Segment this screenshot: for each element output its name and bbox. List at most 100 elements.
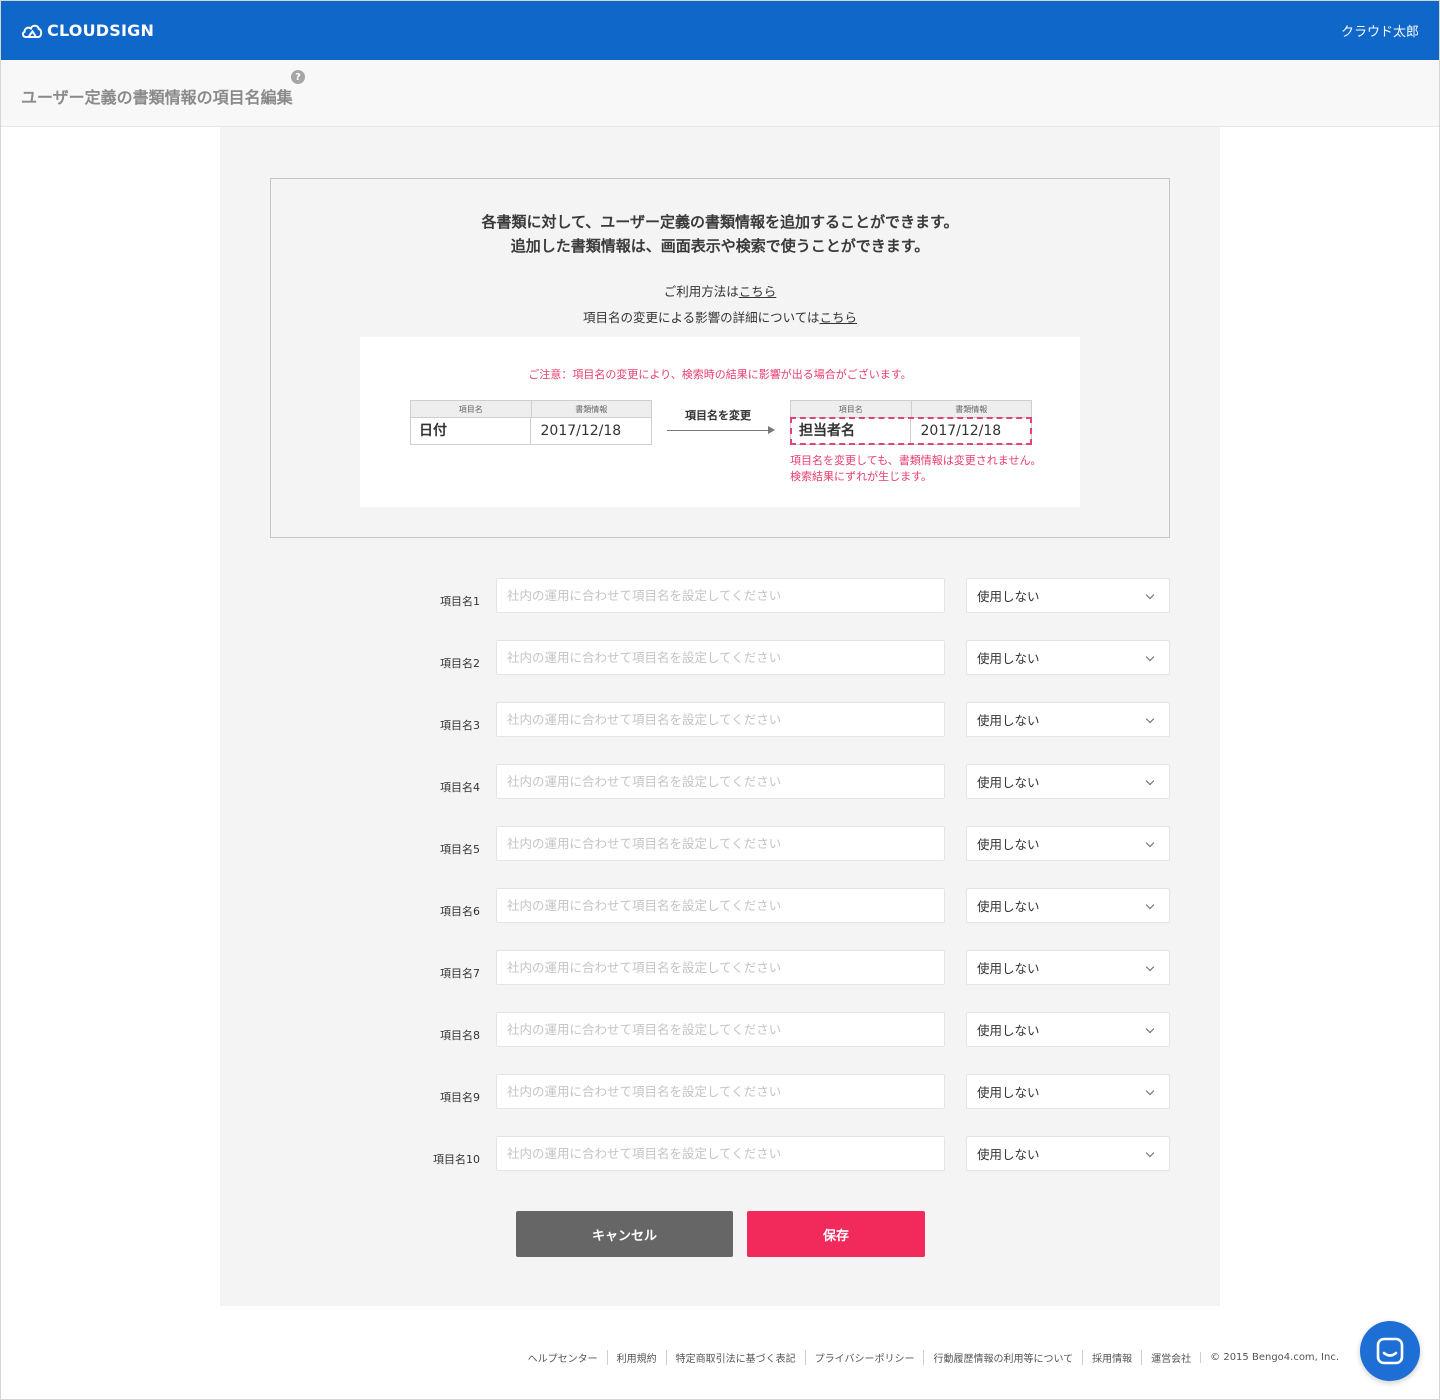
chevron-down-icon [1145, 652, 1155, 662]
cancel-button[interactable]: キャンセル [516, 1211, 733, 1257]
field-label: 項目名6 [440, 905, 480, 918]
footer-link-company[interactable]: 運営会社 [1141, 1350, 1200, 1365]
field-name-input[interactable] [496, 764, 945, 799]
page-title: ユーザー定義の書類情報の項目名編集 [21, 88, 293, 107]
save-button[interactable]: 保存 [747, 1211, 925, 1257]
field-row: 項目名10 使用しない [220, 1136, 1220, 1172]
select-value: 使用しない [977, 899, 1040, 914]
field-label: 項目名9 [440, 1091, 480, 1104]
select-value: 使用しない [977, 837, 1040, 852]
main-panel: 各書類に対して、ユーザー定義の書類情報を追加することができます。 追加した書類情… [220, 127, 1220, 1306]
col-name-header: 項目名 [838, 405, 863, 414]
footer-link-terms[interactable]: 利用規約 [606, 1350, 666, 1365]
field-row: 項目名6 使用しない [220, 888, 1220, 924]
field-usage-select[interactable]: 使用しない [966, 1074, 1170, 1109]
usage-link[interactable]: こちら [739, 284, 777, 299]
chevron-down-icon [1145, 590, 1155, 600]
chat-launcher-button[interactable] [1360, 1321, 1420, 1381]
example-after-table: 項目名 書類情報 担当者名 2017/12/18 [790, 400, 1032, 445]
select-value: 使用しない [977, 651, 1040, 666]
select-value: 使用しない [977, 1085, 1040, 1100]
field-usage-select[interactable]: 使用しない [966, 702, 1170, 737]
arrow-label: 項目名を変更 [685, 409, 751, 422]
field-row: 項目名9 使用しない [220, 1074, 1220, 1110]
cloudsign-logo[interactable]: CLOUDSIGN [21, 21, 154, 40]
field-label: 項目名2 [440, 657, 480, 670]
field-row: 項目名3 使用しない [220, 702, 1220, 738]
example-after-head: 項目名 書類情報 [791, 401, 1031, 418]
note-text: 項目名を変更しても、書類情報は変更されません。検索結果にずれが生じます。 [790, 454, 1042, 483]
user-name[interactable]: クラウド太郎 [1341, 21, 1419, 40]
field-usage-select[interactable]: 使用しない [966, 888, 1170, 923]
example-before-row: 日付 2017/12/18 [411, 418, 651, 444]
field-name-input[interactable] [496, 1136, 945, 1171]
footer: ヘルプセンター 利用規約 特定商取引法に基づく表記 プライバシーポリシー 行動履… [519, 1350, 1339, 1365]
footer-link-recruit[interactable]: 採用情報 [1082, 1350, 1141, 1365]
field-name-input[interactable] [496, 888, 945, 923]
usage-line: ご利用方法はこちら [271, 281, 1169, 300]
field-usage-select[interactable]: 使用しない [966, 950, 1170, 985]
field-row: 項目名8 使用しない [220, 1012, 1220, 1048]
usage-prefix: ご利用方法は [663, 284, 739, 299]
example-before-head: 項目名 書類情報 [411, 401, 651, 418]
field-usage-select[interactable]: 使用しない [966, 640, 1170, 675]
logo-text: CLOUDSIGN [47, 21, 155, 40]
field-label: 項目名1 [440, 595, 480, 608]
field-name-input[interactable] [496, 1074, 945, 1109]
field-label: 項目名5 [440, 843, 480, 856]
example-after-row: 担当者名 2017/12/18 [790, 417, 1032, 445]
chat-icon [1376, 1337, 1404, 1365]
field-usage-select[interactable]: 使用しない [966, 1012, 1170, 1047]
field-row: 項目名4 使用しない [220, 764, 1220, 800]
field-usage-select[interactable]: 使用しない [966, 826, 1170, 861]
footer-link-help-center[interactable]: ヘルプセンター [519, 1350, 607, 1365]
title-bar: ユーザー定義の書類情報の項目名編集 ? [1, 60, 1439, 127]
col-value-header: 書類情報 [530, 401, 652, 417]
impact-link[interactable]: こちら [820, 310, 858, 325]
field-label: 項目名8 [440, 1029, 480, 1042]
footer-link-privacy[interactable]: プライバシーポリシー [804, 1350, 924, 1365]
after-value: 2017/12/18 [909, 418, 1032, 444]
field-row: 項目名2 使用しない [220, 640, 1220, 676]
col-name-header: 項目名 [458, 405, 483, 414]
field-name-input[interactable] [496, 578, 945, 613]
field-label: 項目名10 [433, 1153, 480, 1166]
after-key: 担当者名 [799, 423, 855, 439]
info-line-1: 各書類に対して、ユーザー定義の書類情報を追加することができます。 [481, 213, 959, 231]
select-value: 使用しない [977, 1023, 1040, 1038]
field-label: 項目名3 [440, 719, 480, 732]
field-usage-select[interactable]: 使用しない [966, 578, 1170, 613]
field-label: 項目名7 [440, 967, 480, 980]
col-value-header: 書類情報 [910, 401, 1032, 417]
field-usage-select[interactable]: 使用しない [966, 764, 1170, 799]
field-name-input[interactable] [496, 640, 945, 675]
field-row: 項目名1 使用しない [220, 578, 1220, 614]
field-name-input[interactable] [496, 1012, 945, 1047]
help-icon[interactable]: ? [291, 70, 305, 84]
footer-link-behavior-data[interactable]: 行動履歴情報の利用等について [923, 1350, 1082, 1365]
field-usage-select[interactable]: 使用しない [966, 1136, 1170, 1171]
field-name-input[interactable] [496, 950, 945, 985]
chevron-down-icon [1145, 1148, 1155, 1158]
chevron-down-icon [1145, 838, 1155, 848]
chevron-down-icon [1145, 900, 1155, 910]
field-label: 項目名4 [440, 781, 480, 794]
select-value: 使用しない [977, 775, 1040, 790]
cloud-sign-icon [21, 24, 43, 38]
field-name-input[interactable] [496, 702, 945, 737]
example-illustration: ご注意：項目名の変更により、検索時の結果に影響が出る場合がございます。 項目名 … [360, 337, 1080, 507]
chevron-down-icon [1145, 1086, 1155, 1096]
info-box: 各書類に対して、ユーザー定義の書類情報を追加することができます。 追加した書類情… [270, 178, 1170, 538]
before-key: 日付 [419, 423, 447, 439]
chevron-down-icon [1145, 1024, 1155, 1034]
example-before-table: 項目名 書類情報 日付 2017/12/18 [410, 400, 652, 445]
footer-link-commercial-law[interactable]: 特定商取引法に基づく表記 [665, 1350, 805, 1365]
top-bar: CLOUDSIGN クラウド太郎 [1, 1, 1439, 60]
select-value: 使用しない [977, 1147, 1040, 1162]
chevron-down-icon [1145, 776, 1155, 786]
before-value: 2017/12/18 [529, 418, 652, 444]
impact-prefix: 項目名の変更による影響の詳細については [582, 310, 820, 325]
field-name-input[interactable] [496, 826, 945, 861]
copyright: © 2015 Bengo4.com, Inc. [1200, 1352, 1339, 1363]
chevron-down-icon [1145, 714, 1155, 724]
